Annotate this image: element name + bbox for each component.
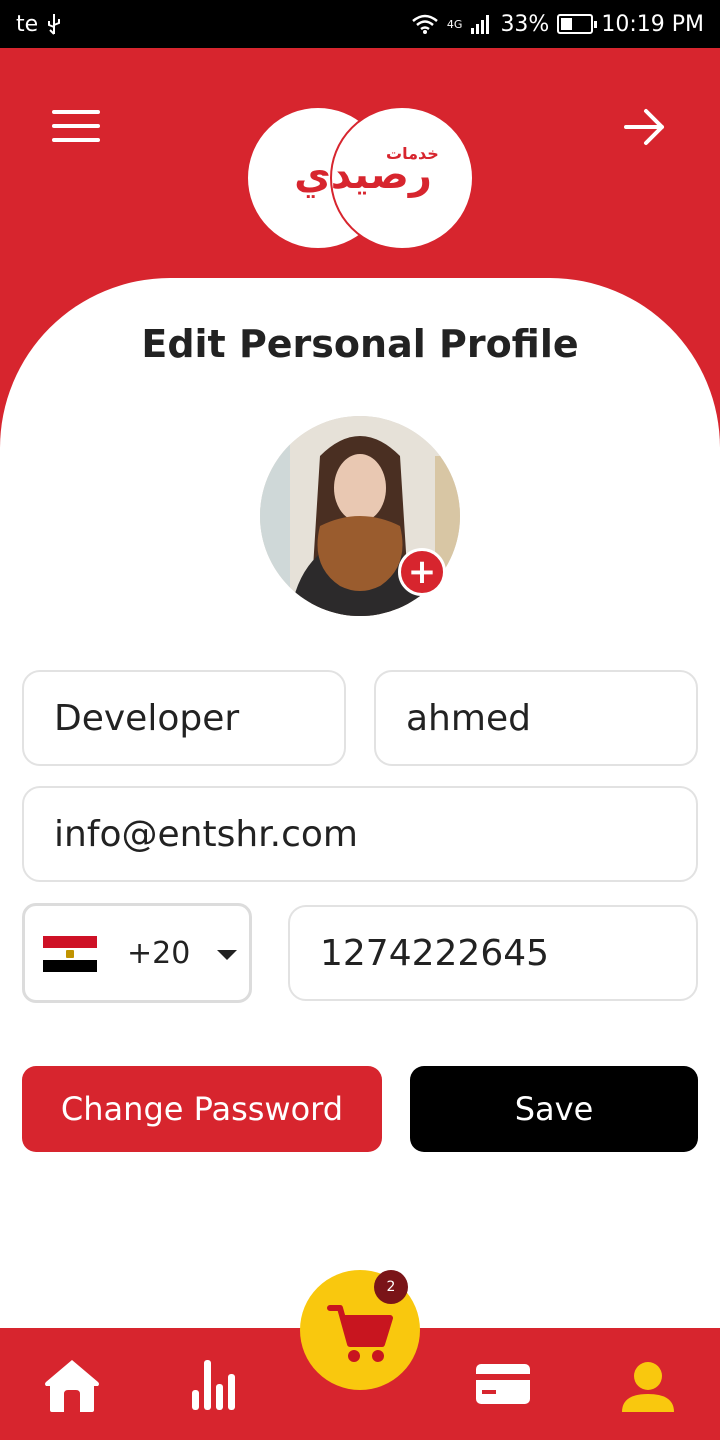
battery-icon [557,14,598,34]
phone-field[interactable]: 1274222645 [288,905,698,1001]
battery-percent: 33% [500,11,550,37]
hamburger-menu-icon[interactable] [52,106,100,146]
signal-icon [470,13,492,35]
app-logo: خدمات رصيدي [246,106,474,250]
arrow-right-icon[interactable] [622,104,668,150]
status-right: 4G 33% 10:19 PM [411,12,704,37]
email-field[interactable]: info@entshr.com [22,786,698,882]
home-icon[interactable] [42,1350,102,1416]
first-name-field[interactable]: ahmed [374,670,698,766]
last-name-field[interactable]: Developer [22,670,346,766]
bar-chart-icon[interactable] [186,1350,246,1416]
logo-text: رصيدي [294,152,432,198]
status-left: te [16,12,62,37]
change-password-button[interactable]: Change Password [22,1066,382,1152]
status-bar: te 4G 33% 10:19 PM [0,0,720,48]
user-icon[interactable] [616,1350,676,1416]
clock: 10:19 PM [601,11,704,37]
plus-icon[interactable]: + [398,548,446,596]
usb-icon [46,13,62,35]
egypt-flag-icon [43,936,97,972]
page-title: Edit Personal Profile [141,322,579,366]
credit-card-icon[interactable] [472,1350,532,1416]
country-code-text: +20 [127,936,191,971]
save-button[interactable]: Save [410,1066,698,1152]
carrier-text: te [16,11,39,37]
chevron-down-icon [217,950,237,960]
network-type: 4G [446,17,463,31]
wifi-icon [411,13,439,35]
cart-badge: 2 [374,1270,408,1304]
country-code-select[interactable]: +20 [22,903,252,1003]
